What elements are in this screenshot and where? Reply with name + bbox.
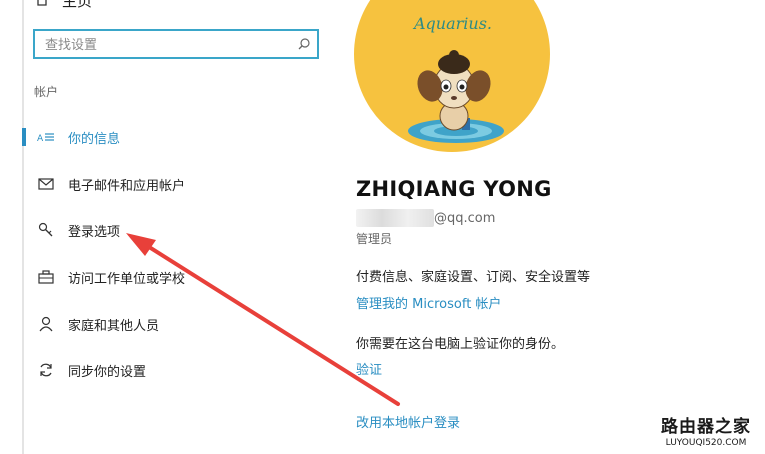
mail-icon <box>36 174 56 194</box>
sidebar-item-label: 家庭和其他人员 <box>68 318 160 334</box>
briefcase-icon <box>36 267 56 287</box>
svg-text:A: A <box>37 134 44 143</box>
sidebar-item-sign-in-options[interactable]: 登录选项 <box>22 215 322 245</box>
home-icon <box>34 0 50 11</box>
key-icon <box>36 220 56 240</box>
watermark-url: LUYOUQI520.COM <box>665 438 747 448</box>
billing-description: 付费信息、家庭设置、订阅、安全设置等 <box>356 270 591 285</box>
user-name: ZHIQIANG YONG <box>356 177 552 201</box>
settings-sidebar: 主页 帐户 A 你的信息 电子邮件和应用帐户 登录选项 访问工作单位或学校 <box>0 0 340 454</box>
sidebar-item-sync[interactable]: 同步你的设置 <box>22 355 322 385</box>
user-email: @qq.com <box>356 208 495 228</box>
sidebar-item-email-accounts[interactable]: 电子邮件和应用帐户 <box>22 169 322 199</box>
account-role: 管理员 <box>356 232 393 246</box>
sidebar-item-label: 电子邮件和应用帐户 <box>68 178 186 194</box>
sidebar-item-your-info[interactable]: A 你的信息 <box>22 122 322 152</box>
search-box[interactable] <box>33 29 319 59</box>
email-domain: @qq.com <box>434 210 496 226</box>
watermark: 路由器之家 LUYOUQI520.COM <box>661 412 751 448</box>
email-redaction <box>356 209 434 227</box>
section-label-accounts: 帐户 <box>34 85 59 99</box>
watermark-title: 路由器之家 <box>661 417 751 437</box>
verify-link[interactable]: 验证 <box>356 359 382 378</box>
id-card-icon: A <box>36 127 56 147</box>
home-nav[interactable]: 主页 <box>34 0 92 11</box>
sidebar-item-label: 同步你的设置 <box>68 364 147 380</box>
search-input[interactable] <box>43 35 287 55</box>
sidebar-item-label: 访问工作单位或学校 <box>68 271 186 287</box>
sidebar-item-label: 登录选项 <box>68 224 121 240</box>
person-icon <box>36 314 56 334</box>
sidebar-item-family[interactable]: 家庭和其他人员 <box>22 309 322 339</box>
local-account-login-link[interactable]: 改用本地帐户登录 <box>356 412 460 431</box>
manage-microsoft-account-link[interactable]: 管理我的 Microsoft 帐户 <box>356 293 501 312</box>
sidebar-item-work-school[interactable]: 访问工作单位或学校 <box>22 262 322 292</box>
search-icon[interactable] <box>297 36 311 55</box>
sync-icon <box>36 360 56 380</box>
sidebar-item-label: 你的信息 <box>68 131 121 147</box>
verify-identity-text: 你需要在这台电脑上验证你的身份。 <box>356 337 565 352</box>
avatar-character-icon <box>408 50 504 143</box>
home-label: 主页 <box>62 0 93 10</box>
avatar[interactable]: Aquarius. <box>354 0 550 152</box>
